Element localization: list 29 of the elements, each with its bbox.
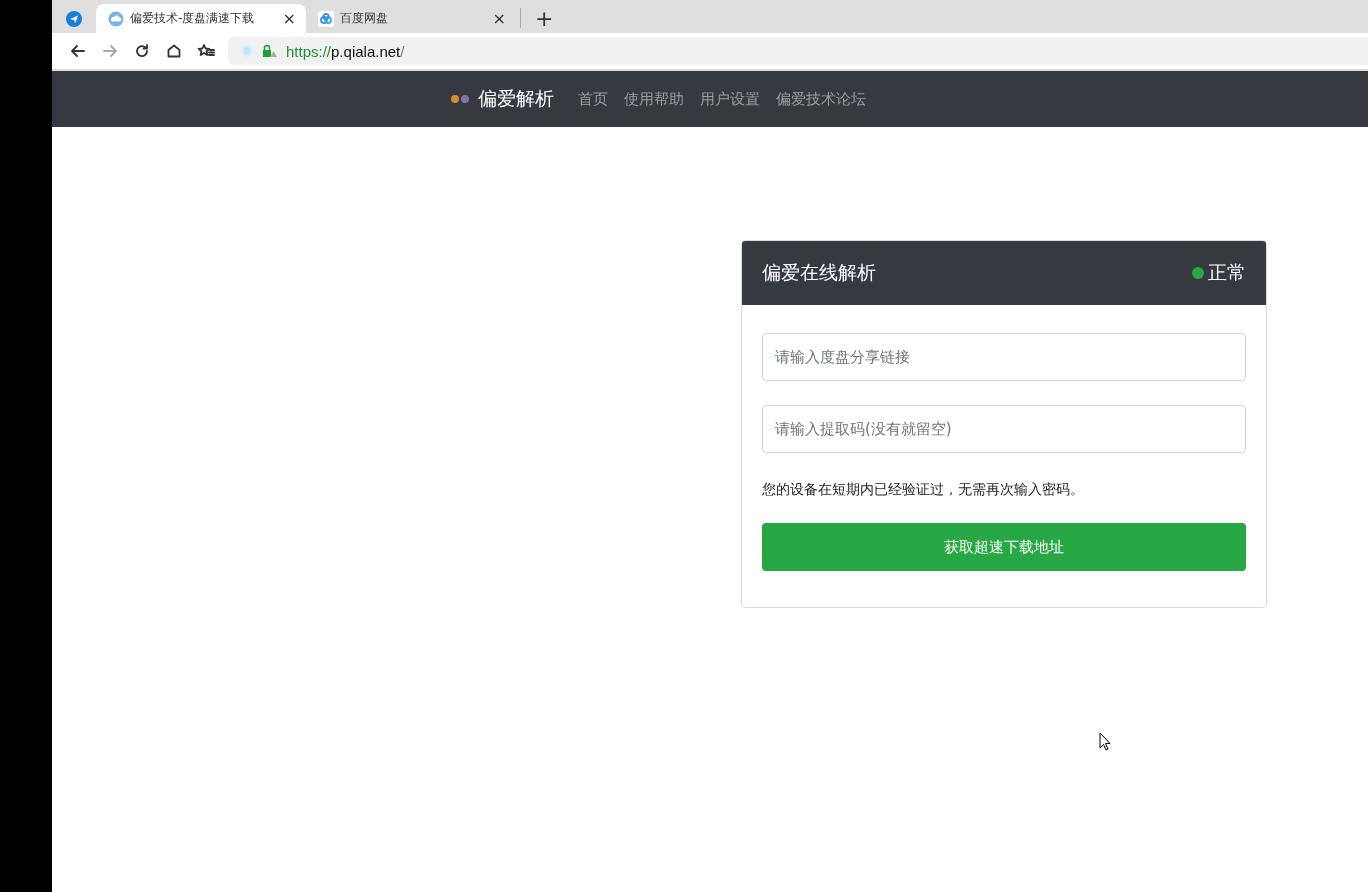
nav-link[interactable]: 使用帮助 <box>624 89 684 109</box>
loading-circle-icon <box>240 44 254 58</box>
browser-tab[interactable]: 百度网盘 × <box>306 4 516 33</box>
star-list-icon <box>197 43 215 59</box>
nav-link[interactable]: 用户设置 <box>700 89 760 109</box>
browser-tab[interactable]: 偏爱技术-度盘满速下载 × <box>96 4 306 33</box>
forward-arrow-icon <box>102 43 118 59</box>
tab-title: 偏爱技术-度盘满速下载 <box>130 10 256 27</box>
input-field[interactable]: 请输入度盘分享链接 <box>762 333 1246 381</box>
close-tab-button[interactable]: × <box>282 9 296 28</box>
status-label: 正常 <box>1208 260 1246 285</box>
logo-icon <box>450 93 470 105</box>
paper-plane-icon <box>66 10 82 27</box>
address-bar[interactable]: https://p.qiala.net/ <box>228 37 1368 65</box>
tab-title: 百度网盘 <box>340 10 389 27</box>
info-text: 您的设备在短期内已经验证过，无需再次输入密码。 <box>762 481 1085 499</box>
mouse-cursor-icon <box>1099 732 1111 751</box>
input-field[interactable]: 请输入提取码(没有就留空) <box>762 405 1246 453</box>
close-tab-button[interactable]: × <box>492 9 506 28</box>
card-title: 偏爱在线解析 <box>762 260 876 285</box>
nav-link[interactable]: 偏爱技术论坛 <box>776 89 866 109</box>
back-arrow-icon <box>70 43 86 59</box>
new-tab-button[interactable]: + <box>527 6 562 31</box>
reload-icon <box>134 43 150 59</box>
lock-icon <box>262 44 278 58</box>
url-text: https://p.qiala.net/ <box>286 42 405 60</box>
site-brand[interactable]: 偏爱解析 <box>478 86 554 112</box>
nav-link[interactable]: 首页 <box>578 89 608 109</box>
home-icon <box>166 43 182 59</box>
